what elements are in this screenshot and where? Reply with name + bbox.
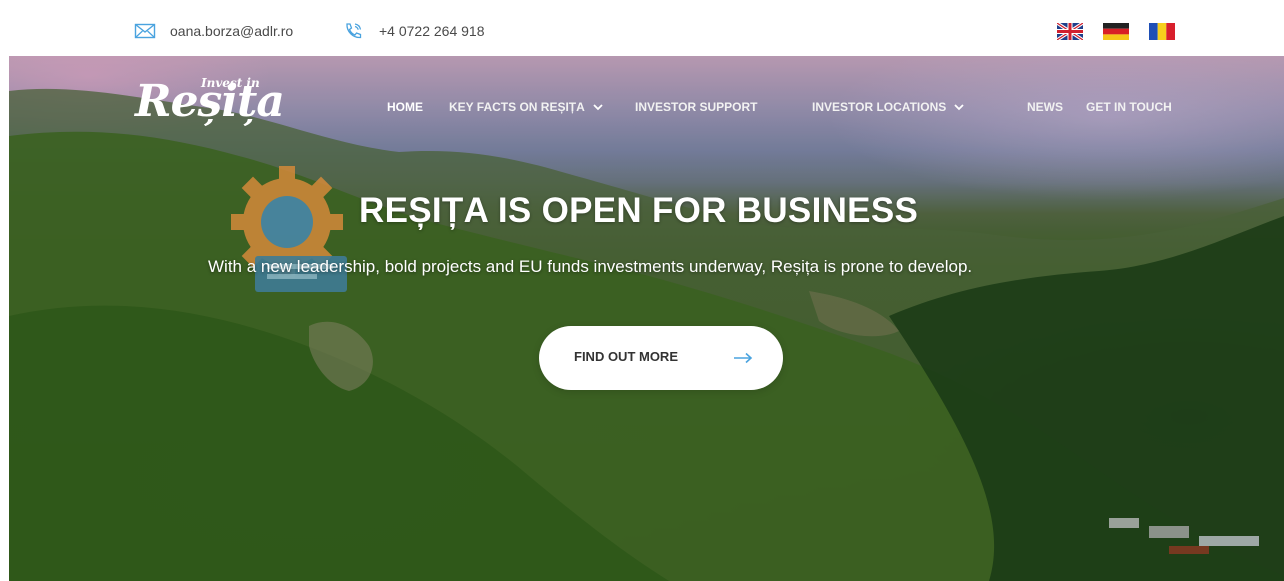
romania-flag-icon[interactable]: [1149, 23, 1175, 40]
hero-title: REȘIȚA IS OPEN FOR BUSINESS: [359, 191, 919, 230]
chevron-down-icon: [954, 104, 964, 111]
email-link[interactable]: oana.borza@adlr.ro: [134, 22, 293, 40]
logo-small-text: Invest in: [201, 76, 260, 90]
main-navigation: HOME KEY FACTS ON REȘIȚA INVESTOR SUPPOR…: [9, 100, 1284, 116]
hero-section: Reșița Invest in HOME KEY FACTS ON REȘIȚ…: [9, 56, 1284, 581]
nav-investor-locations[interactable]: INVESTOR LOCATIONS: [812, 100, 964, 114]
cta-label: FIND OUT MORE: [574, 349, 678, 364]
nav-home[interactable]: HOME: [387, 100, 423, 114]
hero-subtitle: With a new leadership, bold projects and…: [208, 257, 973, 276]
nav-investor-support[interactable]: INVESTOR SUPPORT: [635, 100, 757, 114]
nav-news[interactable]: NEWS: [1027, 100, 1063, 114]
nav-investor-locations-label: INVESTOR LOCATIONS: [812, 100, 947, 114]
hero-overlay: [9, 56, 1284, 581]
germany-flag-icon[interactable]: [1103, 23, 1129, 40]
uk-flag-icon[interactable]: [1057, 23, 1083, 40]
phone-icon: [343, 22, 365, 40]
phone-text: +4 0722 264 918: [379, 23, 485, 39]
phone-link[interactable]: +4 0722 264 918: [343, 22, 485, 40]
chevron-down-icon: [593, 104, 603, 111]
page: oana.borza@adlr.ro +4 0722 264 918 Reșiț…: [0, 0, 1284, 581]
arrow-right-icon: [734, 352, 753, 364]
top-contact-bar: oana.borza@adlr.ro +4 0722 264 918: [0, 0, 1284, 56]
gear-emblem-icon: [231, 166, 347, 292]
language-switcher: [1057, 23, 1175, 40]
envelope-icon: [134, 22, 156, 40]
nav-get-in-touch[interactable]: GET IN TOUCH: [1086, 100, 1172, 114]
find-out-more-button[interactable]: FIND OUT MORE: [539, 326, 783, 390]
email-text: oana.borza@adlr.ro: [170, 23, 294, 39]
nav-key-facts[interactable]: KEY FACTS ON REȘIȚA: [449, 100, 603, 114]
nav-key-facts-label: KEY FACTS ON REȘIȚA: [449, 100, 585, 114]
